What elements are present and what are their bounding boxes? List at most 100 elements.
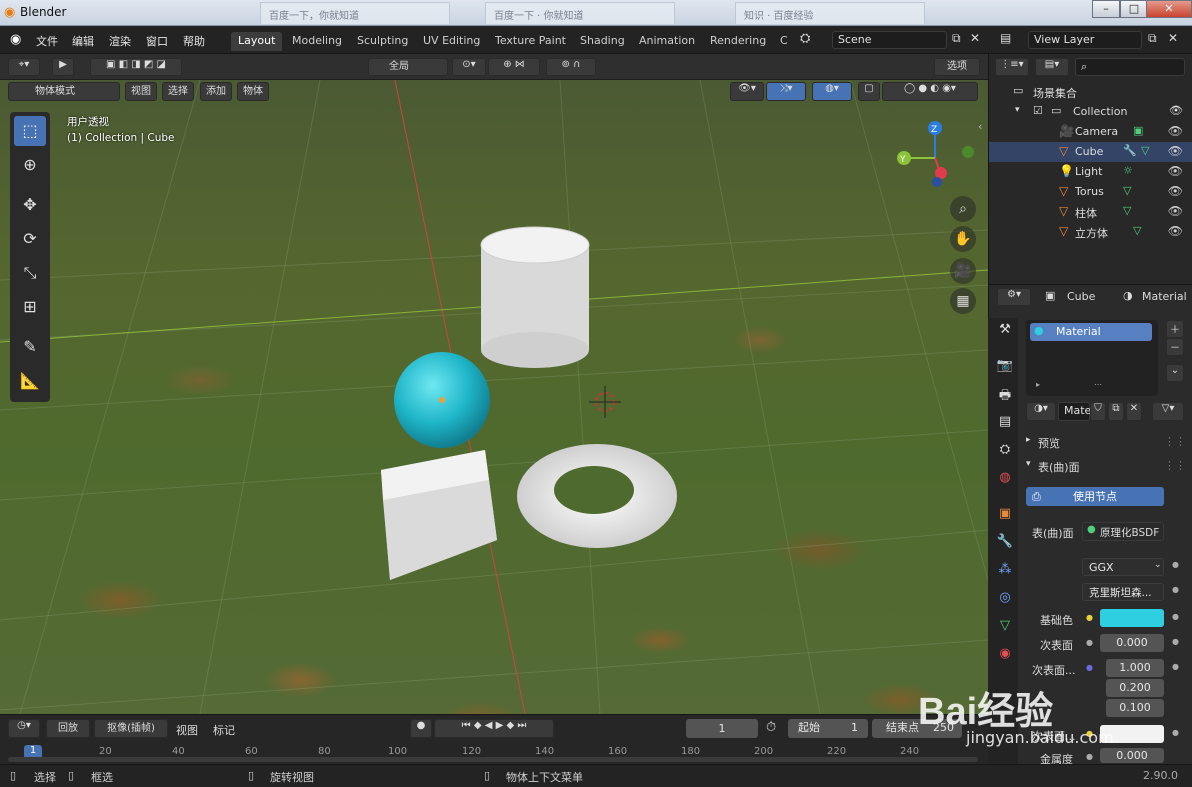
outliner-item[interactable]: 🎥 Camera ▣ 👁 bbox=[989, 122, 1192, 142]
stopwatch-icon[interactable]: ⏱ bbox=[766, 720, 776, 735]
menu-render[interactable]: 渲染 bbox=[109, 33, 131, 49]
move-icon[interactable]: ✥ bbox=[14, 190, 46, 220]
select-box-icon[interactable]: ⬚ bbox=[14, 116, 46, 146]
expand-arrow-icon[interactable]: ▸ bbox=[1036, 380, 1040, 389]
mode-select[interactable]: 物体模式 bbox=[8, 82, 120, 101]
menu-view[interactable]: 视图 bbox=[125, 82, 157, 101]
snap-icon[interactable]: ⊕ ⋈ bbox=[488, 58, 540, 76]
radius-z-field[interactable]: 0.100 bbox=[1106, 699, 1164, 717]
subsurface-method-select[interactable]: 克里斯坦森... bbox=[1082, 583, 1164, 601]
tab-uv-editing[interactable]: UV Editing bbox=[416, 32, 487, 51]
resize-grip-icon[interactable]: ⋯ bbox=[1094, 380, 1102, 389]
outliner-item[interactable]: ▽ 立方体 ▽ 👁 bbox=[989, 222, 1192, 242]
pan-hand-icon[interactable]: ✋ bbox=[950, 226, 976, 252]
tab-shading[interactable]: Shading bbox=[573, 32, 632, 51]
preview-panel-header[interactable]: ▸ 预览 ⋮⋮ bbox=[1022, 432, 1188, 452]
tab-rendering[interactable]: Rendering bbox=[703, 32, 773, 51]
start-frame-field[interactable]: 起始 1 bbox=[788, 719, 868, 738]
tool-settings-icon[interactable]: ⚒ bbox=[996, 322, 1014, 340]
navigation-gizmo[interactable]: Z Y bbox=[890, 118, 980, 208]
view-layer-tab-icon[interactable]: ▤ bbox=[996, 414, 1014, 432]
sidebar-toggle-icon[interactable]: ‹ bbox=[978, 120, 982, 133]
editor-type-icon[interactable]: ⌖▾ bbox=[8, 58, 40, 76]
maximize-button[interactable]: □ bbox=[1120, 0, 1148, 18]
expand-arrow-icon[interactable]: ▾ bbox=[1015, 105, 1020, 115]
blender-menu-icon[interactable]: ◉ bbox=[10, 32, 21, 47]
outliner-search-input[interactable]: ⌕ bbox=[1075, 58, 1185, 76]
visibility-eye-icon[interactable]: 👁 bbox=[1168, 204, 1183, 218]
transform-orientation-select[interactable]: 全局 bbox=[368, 58, 448, 76]
menu-file[interactable]: 文件 bbox=[36, 33, 58, 49]
visibility-eye-icon[interactable]: 👁 bbox=[1168, 144, 1183, 158]
perspective-grid-icon[interactable]: ▦ bbox=[950, 288, 976, 314]
scale-icon[interactable]: ⤡ bbox=[14, 258, 46, 288]
fake-user-icon[interactable]: ⛉ bbox=[1090, 402, 1106, 421]
3d-viewport[interactable]: 物体模式 视图 选择 添加 物体 👁▾ ⤨▾ ◍▾ ▢ ◯ ● ◐ ◉▾ 用户透… bbox=[0, 80, 988, 714]
outliner-filter-icon[interactable]: ▤▾ bbox=[1035, 58, 1069, 76]
render-icon[interactable]: 📷 bbox=[996, 358, 1014, 376]
tab-texture-paint[interactable]: Texture Paint bbox=[488, 32, 573, 51]
link-mode-icon[interactable]: ▽▾ bbox=[1152, 402, 1184, 421]
checkbox-icon[interactable]: ☑ bbox=[1033, 104, 1043, 117]
current-frame-field[interactable]: 1 bbox=[686, 719, 758, 738]
delete-scene-icon[interactable]: ✕ bbox=[970, 31, 980, 45]
record-icon[interactable]: ● bbox=[410, 719, 432, 738]
particles-icon[interactable]: ⁂ bbox=[996, 562, 1014, 580]
camera-view-icon[interactable]: 🎥 bbox=[950, 258, 976, 284]
outliner-item[interactable]: 💡 Light ☼ 👁 bbox=[989, 162, 1192, 182]
playback-menu[interactable]: 回放 bbox=[46, 719, 90, 738]
outliner-collection-row[interactable]: ▾ ☑ ▭ Collection 👁 bbox=[989, 102, 1192, 122]
duplicate-material-icon[interactable]: ⧉ bbox=[1108, 402, 1124, 421]
delete-view-layer-icon[interactable]: ✕ bbox=[1168, 31, 1178, 45]
visibility-icon[interactable]: 👁▾ bbox=[730, 82, 764, 101]
visibility-eye-icon[interactable]: 👁 bbox=[1168, 124, 1183, 138]
cursor-icon[interactable]: ⊕ bbox=[14, 150, 46, 180]
new-view-layer-icon[interactable]: ⧉ bbox=[1148, 31, 1157, 46]
zoom-icon[interactable]: ⌕ bbox=[950, 196, 976, 222]
material-slot-list[interactable]: ● Material ▸ ⋯ bbox=[1026, 320, 1158, 396]
drag-handle-icon[interactable]: ⋮⋮ bbox=[1164, 459, 1186, 472]
shading-mode-icons[interactable]: ◯ ● ◐ ◉▾ bbox=[882, 82, 978, 101]
outliner-item[interactable]: ▽ 柱体 ▽ 👁 bbox=[989, 202, 1192, 222]
visibility-eye-icon[interactable]: 👁 bbox=[1168, 224, 1183, 238]
pivot-icon[interactable]: ⊙▾ bbox=[452, 58, 486, 76]
surface-shader-select[interactable]: ● 原理化BSDF bbox=[1082, 522, 1164, 541]
menu-add[interactable]: 添加 bbox=[200, 82, 232, 101]
object-data-tab-icon[interactable]: ▽ bbox=[996, 618, 1014, 636]
modifier-icon[interactable]: 🔧 bbox=[996, 534, 1014, 552]
timeline-editor-icon[interactable]: ◷▾ bbox=[8, 719, 40, 738]
tab-compositing[interactable]: C bbox=[773, 32, 795, 51]
annotate-icon[interactable]: ✎ bbox=[14, 332, 46, 362]
gizmo-toggle-icon[interactable]: ⤨▾ bbox=[766, 82, 806, 101]
radius-y-field[interactable]: 0.200 bbox=[1106, 679, 1164, 697]
object-properties-icon[interactable]: ▣ bbox=[996, 506, 1014, 524]
metallic-field[interactable]: 0.000 bbox=[1100, 748, 1164, 763]
drag-handle-icon[interactable]: ⋮⋮ bbox=[1164, 435, 1186, 448]
select-mode-icons[interactable]: ▣ ◧ ◨ ◩ ◪ bbox=[90, 58, 182, 76]
xray-icon[interactable]: ▢ bbox=[858, 82, 880, 101]
measure-icon[interactable]: 📐 bbox=[14, 366, 46, 396]
properties-type-icon[interactable]: ⚙▾ bbox=[997, 288, 1031, 306]
material-name-field[interactable]: Mate bbox=[1058, 402, 1091, 421]
options-dropdown[interactable]: 选项 bbox=[934, 58, 980, 76]
menu-window[interactable]: 窗口 bbox=[146, 33, 168, 49]
playback-controls-icons[interactable]: ⏮ ◆ ◀ ▶ ◆ ⏭ bbox=[434, 719, 554, 738]
proportional-edit-icon[interactable]: ⊚ ∩ bbox=[546, 58, 596, 76]
background-tab[interactable]: 知识 · 百度经验 bbox=[735, 2, 925, 24]
view-layer-icon[interactable]: ▤ bbox=[1000, 31, 1011, 45]
view-layer-field[interactable]: View Layer bbox=[1028, 31, 1142, 49]
menu-object[interactable]: 物体 bbox=[237, 82, 269, 101]
menu-select[interactable]: 选择 bbox=[162, 82, 194, 101]
add-slot-button[interactable]: ＋ bbox=[1166, 320, 1184, 338]
background-tab[interactable]: 百度一下，你就知道 bbox=[260, 2, 450, 24]
scene-icon[interactable]: ⛭ bbox=[800, 31, 810, 46]
use-nodes-button[interactable]: ⎙ 使用节点 bbox=[1026, 487, 1164, 506]
minimize-button[interactable]: – bbox=[1092, 0, 1120, 18]
outliner-type-icon[interactable]: ⋮≡▾ bbox=[995, 58, 1029, 76]
overlay-toggle-icon[interactable]: ◍▾ bbox=[812, 82, 852, 101]
world-icon[interactable]: ◍ bbox=[996, 470, 1014, 488]
physics-icon[interactable]: ◎ bbox=[996, 590, 1014, 608]
output-icon[interactable]: 🖶 bbox=[996, 386, 1014, 404]
timeline-scrollbar[interactable] bbox=[8, 757, 978, 762]
timeline-view-menu[interactable]: 视图 bbox=[176, 722, 198, 738]
